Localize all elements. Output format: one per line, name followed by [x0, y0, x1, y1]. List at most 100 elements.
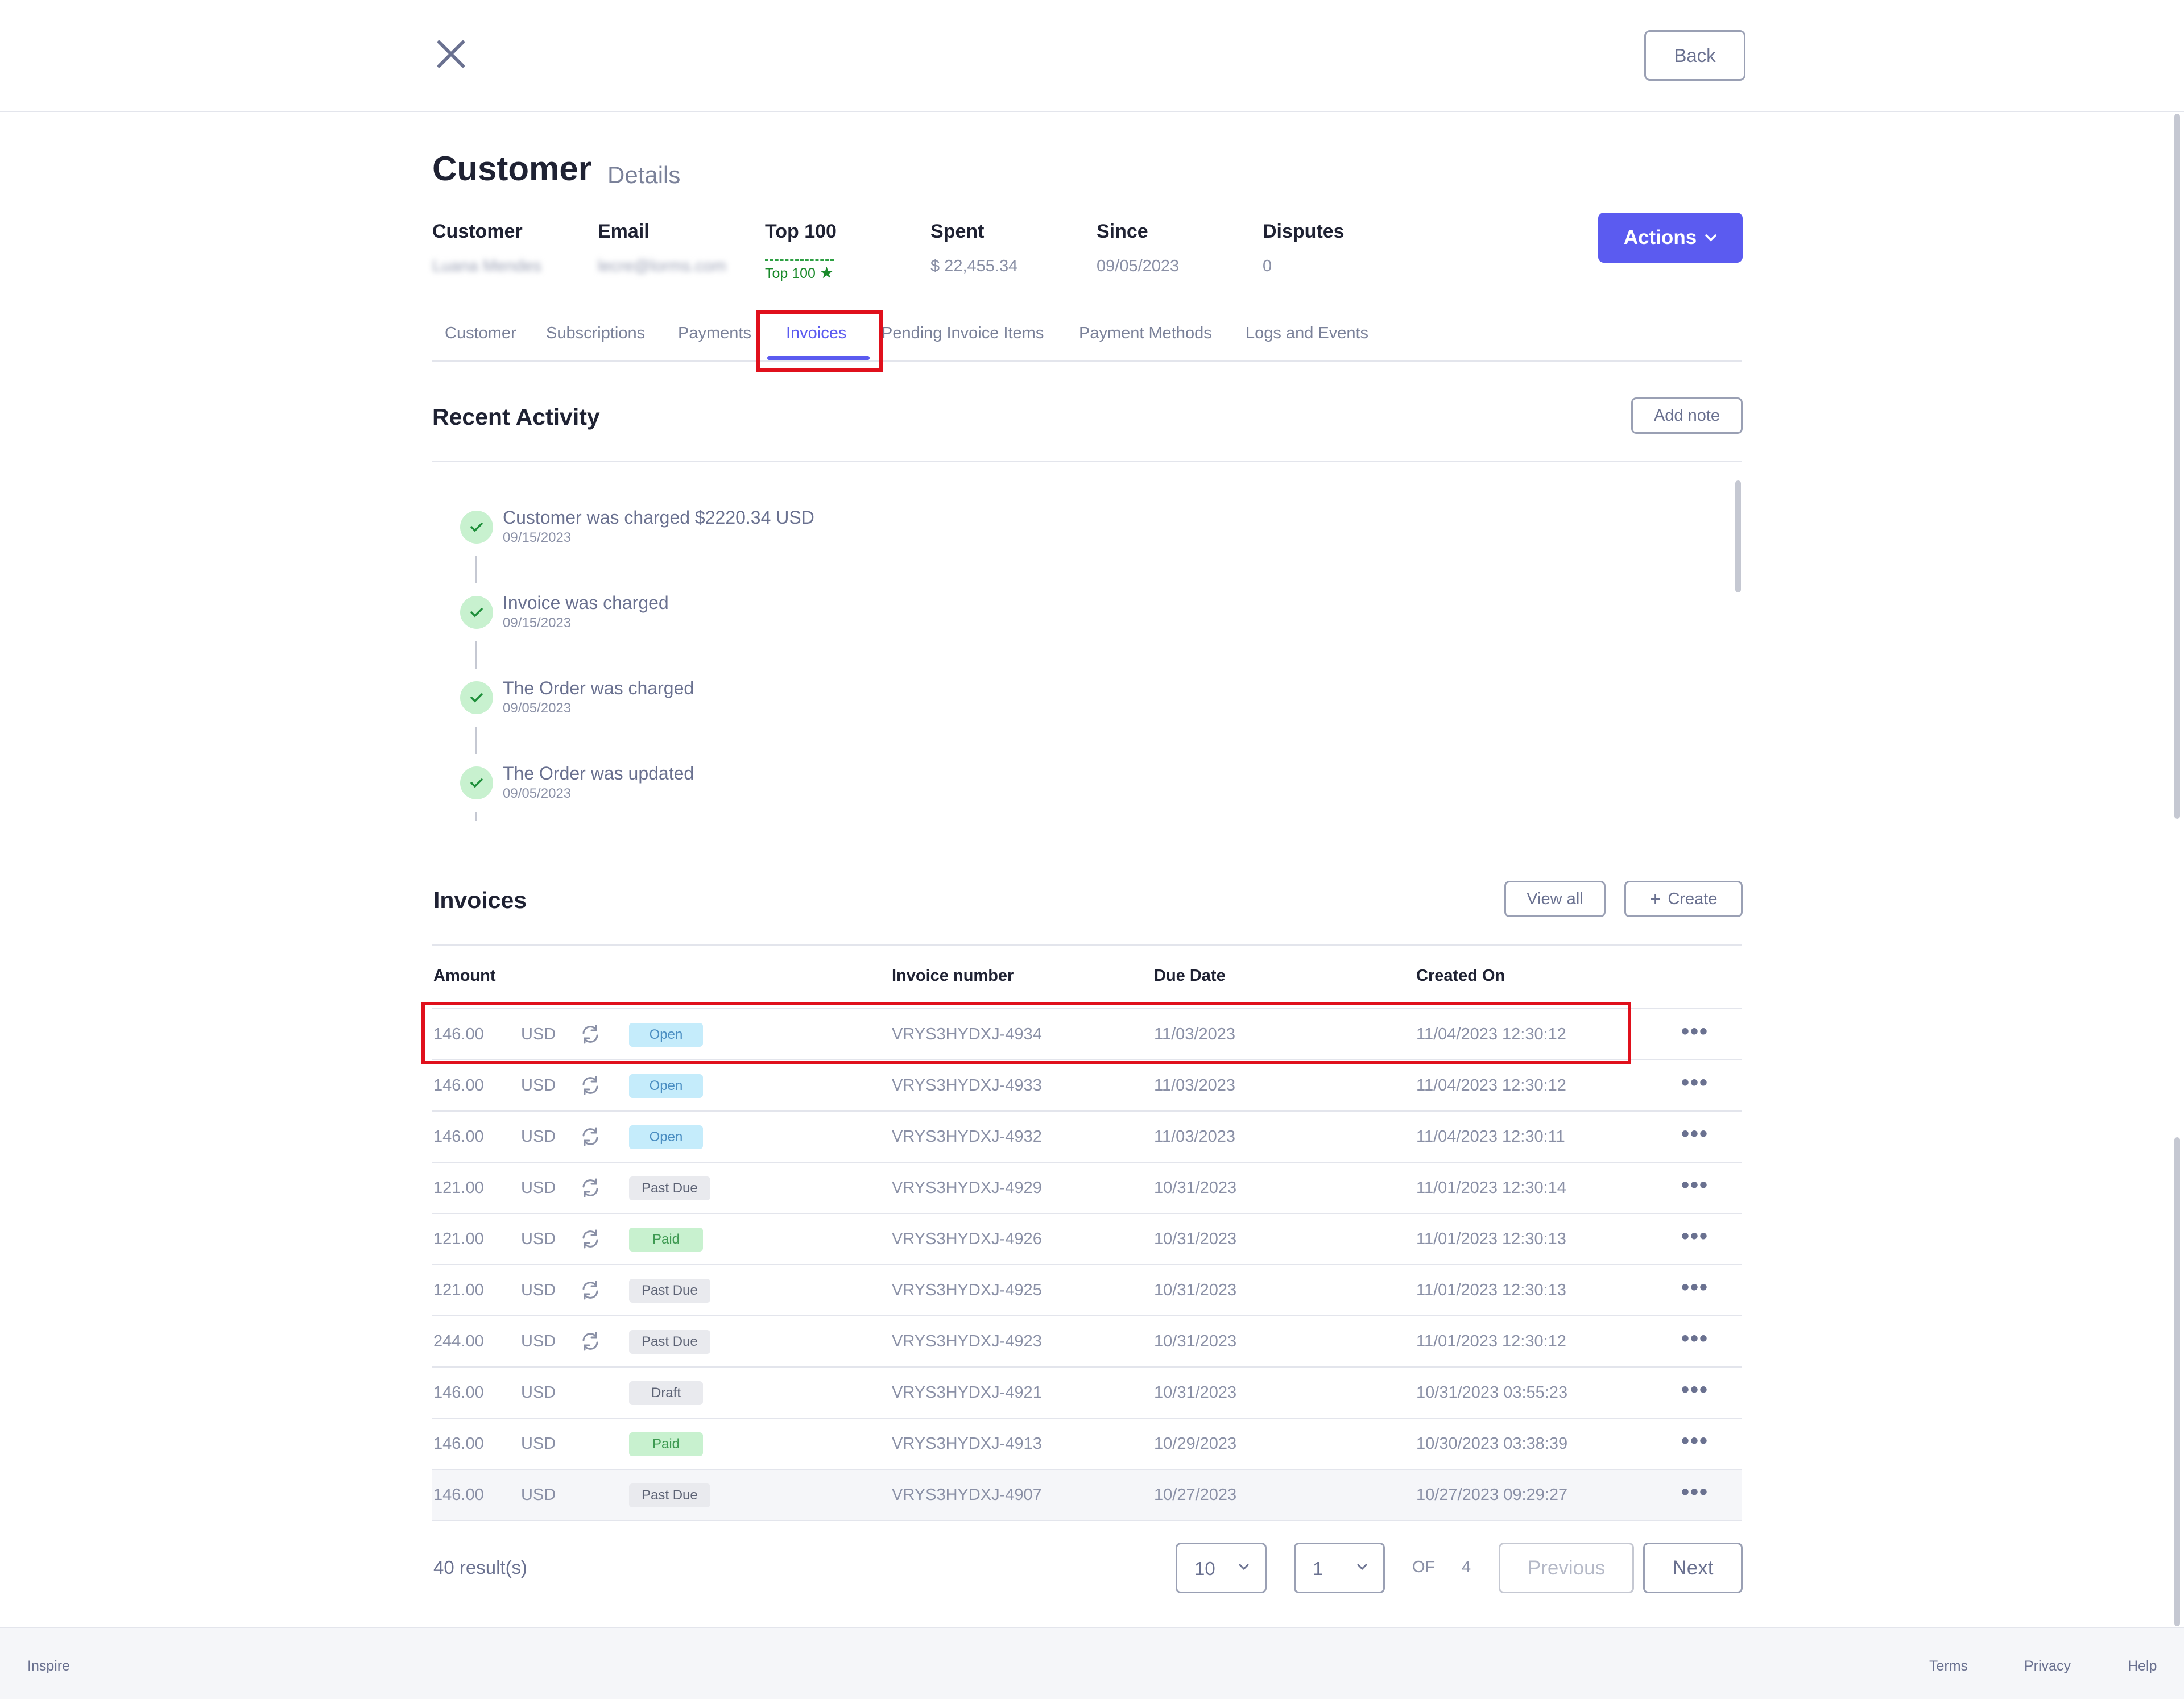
- since-label: Since: [1097, 221, 1148, 242]
- currency-cell: USD: [521, 1230, 556, 1248]
- disputes-label: Disputes: [1263, 221, 1345, 242]
- more-options-icon[interactable]: •••: [1681, 1225, 1709, 1248]
- recurring-icon: [582, 1076, 598, 1095]
- table-row[interactable]: 244.00 USD Past Due VRYS3HYDXJ-4923 10/3…: [432, 1316, 1742, 1368]
- page-title: Customer: [432, 150, 592, 188]
- more-options-icon[interactable]: •••: [1681, 1327, 1709, 1350]
- table-row[interactable]: 121.00 USD Past Due VRYS3HYDXJ-4925 10/3…: [432, 1265, 1742, 1316]
- more-options-icon[interactable]: •••: [1681, 1276, 1709, 1299]
- since-value: 09/05/2023: [1097, 257, 1180, 275]
- of-label: OF: [1412, 1558, 1436, 1576]
- table-row[interactable]: 121.00 USD Paid VRYS3HYDXJ-4926 10/31/20…: [432, 1214, 1742, 1265]
- add-note-button[interactable]: Add note: [1631, 397, 1743, 434]
- status-badge: Past Due: [629, 1176, 710, 1200]
- page-size-value: 10: [1194, 1558, 1215, 1579]
- highlight-box-first-row: [421, 1002, 1631, 1064]
- back-button[interactable]: Back: [1644, 30, 1745, 81]
- table-row[interactable]: 146.00 USD Past Due VRYS3HYDXJ-4907 10/2…: [432, 1470, 1742, 1521]
- divider: [432, 944, 1742, 946]
- table-row[interactable]: 146.00 USD Open VRYS3HYDXJ-4933 11/03/20…: [432, 1060, 1742, 1112]
- currency-cell: USD: [521, 1383, 556, 1402]
- recurring-icon: [582, 1281, 598, 1300]
- table-row[interactable]: 146.00 USD Draft VRYS3HYDXJ-4921 10/31/2…: [432, 1368, 1742, 1419]
- invoice-number-cell: VRYS3HYDXJ-4907: [892, 1486, 1042, 1504]
- column-header-created-on[interactable]: Created On: [1416, 967, 1505, 985]
- footer-terms-link[interactable]: Terms: [1929, 1658, 1968, 1675]
- check-icon: [460, 511, 493, 544]
- due-date-cell: 11/03/2023: [1154, 1076, 1235, 1095]
- more-options-icon[interactable]: •••: [1681, 1429, 1709, 1452]
- more-options-icon[interactable]: •••: [1681, 1122, 1709, 1145]
- close-icon[interactable]: [431, 34, 471, 74]
- column-header-due-date[interactable]: Due Date: [1154, 967, 1226, 985]
- results-count: 40 result(s): [433, 1557, 528, 1578]
- status-badge: Open: [629, 1074, 703, 1098]
- currency-cell: USD: [521, 1435, 556, 1453]
- page-size-select[interactable]: 10: [1176, 1543, 1267, 1593]
- column-header-invoice-number[interactable]: Invoice number: [892, 967, 1014, 985]
- more-options-icon[interactable]: •••: [1681, 1481, 1709, 1503]
- view-all-button[interactable]: View all: [1504, 881, 1606, 917]
- more-options-icon[interactable]: •••: [1681, 1174, 1709, 1196]
- highlight-box-invoices-tab: [756, 310, 883, 372]
- table-row[interactable]: 146.00 USD Open VRYS3HYDXJ-4932 11/03/20…: [432, 1112, 1742, 1163]
- next-button[interactable]: Next: [1643, 1543, 1743, 1593]
- created-on-cell: 10/30/2023 03:38:39: [1416, 1435, 1568, 1453]
- created-on-cell: 11/01/2023 12:30:13: [1416, 1230, 1566, 1248]
- previous-button[interactable]: Previous: [1499, 1543, 1634, 1593]
- actions-button[interactable]: Actions: [1598, 213, 1743, 263]
- invoice-number-cell: VRYS3HYDXJ-4926: [892, 1230, 1042, 1248]
- footer-privacy-link[interactable]: Privacy: [2024, 1658, 2071, 1675]
- create-label: Create: [1668, 889, 1718, 908]
- timeline-line: [475, 641, 477, 669]
- activity-scrollbar-thumb[interactable]: [1735, 480, 1741, 592]
- tab-payment-methods[interactable]: Payment Methods: [1079, 324, 1212, 343]
- tab-subscriptions[interactable]: Subscriptions: [546, 324, 645, 343]
- due-date-cell: 10/31/2023: [1154, 1230, 1237, 1248]
- status-badge: Past Due: [629, 1330, 710, 1354]
- actions-label: Actions: [1623, 226, 1697, 248]
- tab-customer[interactable]: Customer: [445, 324, 516, 343]
- timeline-line: [475, 727, 477, 754]
- status-badge: Past Due: [629, 1483, 710, 1507]
- footer-help-link[interactable]: Help: [2128, 1658, 2157, 1675]
- tab-pending-invoice-items[interactable]: Pending Invoice Items: [882, 324, 1044, 343]
- amount-cell: 121.00: [433, 1179, 484, 1197]
- due-date-cell: 10/31/2023: [1154, 1332, 1237, 1350]
- amount-cell: 244.00: [433, 1332, 484, 1350]
- spent-label: Spent: [930, 221, 985, 242]
- create-button[interactable]: + Create: [1624, 881, 1743, 917]
- invoice-number-cell: VRYS3HYDXJ-4933: [892, 1076, 1042, 1095]
- recent-activity-title: Recent Activity: [432, 404, 600, 430]
- due-date-cell: 10/29/2023: [1154, 1435, 1237, 1453]
- customer-label: Customer: [432, 221, 523, 242]
- due-date-cell: 11/03/2023: [1154, 1128, 1235, 1146]
- check-icon: [460, 596, 493, 629]
- more-options-icon[interactable]: •••: [1681, 1071, 1709, 1094]
- chevron-down-icon: [1239, 1564, 1249, 1570]
- page-scrollbar-thumb[interactable]: [2174, 114, 2180, 819]
- created-on-cell: 10/31/2023 03:55:23: [1416, 1383, 1568, 1402]
- status-badge: Past Due: [629, 1279, 710, 1303]
- page-scrollbar-thumb-lower[interactable]: [2174, 1137, 2180, 1626]
- amount-cell: 146.00: [433, 1486, 484, 1504]
- invoice-number-cell: VRYS3HYDXJ-4929: [892, 1179, 1042, 1197]
- top100-label: Top 100: [765, 221, 837, 242]
- table-row[interactable]: 146.00 USD Paid VRYS3HYDXJ-4913 10/29/20…: [432, 1419, 1742, 1470]
- more-options-icon[interactable]: •••: [1681, 1020, 1709, 1043]
- tab-logs-and-events[interactable]: Logs and Events: [1246, 324, 1368, 343]
- created-on-cell: 11/01/2023 12:30:13: [1416, 1281, 1566, 1299]
- status-badge: Open: [629, 1125, 703, 1149]
- amount-cell: 146.00: [433, 1435, 484, 1453]
- status-badge: Paid: [629, 1228, 703, 1252]
- activity-date: 09/15/2023: [503, 530, 572, 545]
- column-header-amount[interactable]: Amount: [433, 967, 496, 985]
- status-badge: Draft: [629, 1381, 703, 1405]
- tab-payments[interactable]: Payments: [678, 324, 751, 343]
- page-select[interactable]: 1: [1294, 1543, 1385, 1593]
- total-pages: 4: [1462, 1558, 1471, 1576]
- table-row[interactable]: 121.00 USD Past Due VRYS3HYDXJ-4929 10/3…: [432, 1163, 1742, 1214]
- due-date-cell: 10/31/2023: [1154, 1179, 1237, 1197]
- more-options-icon[interactable]: •••: [1681, 1378, 1709, 1401]
- top-bar: Back: [0, 0, 2184, 112]
